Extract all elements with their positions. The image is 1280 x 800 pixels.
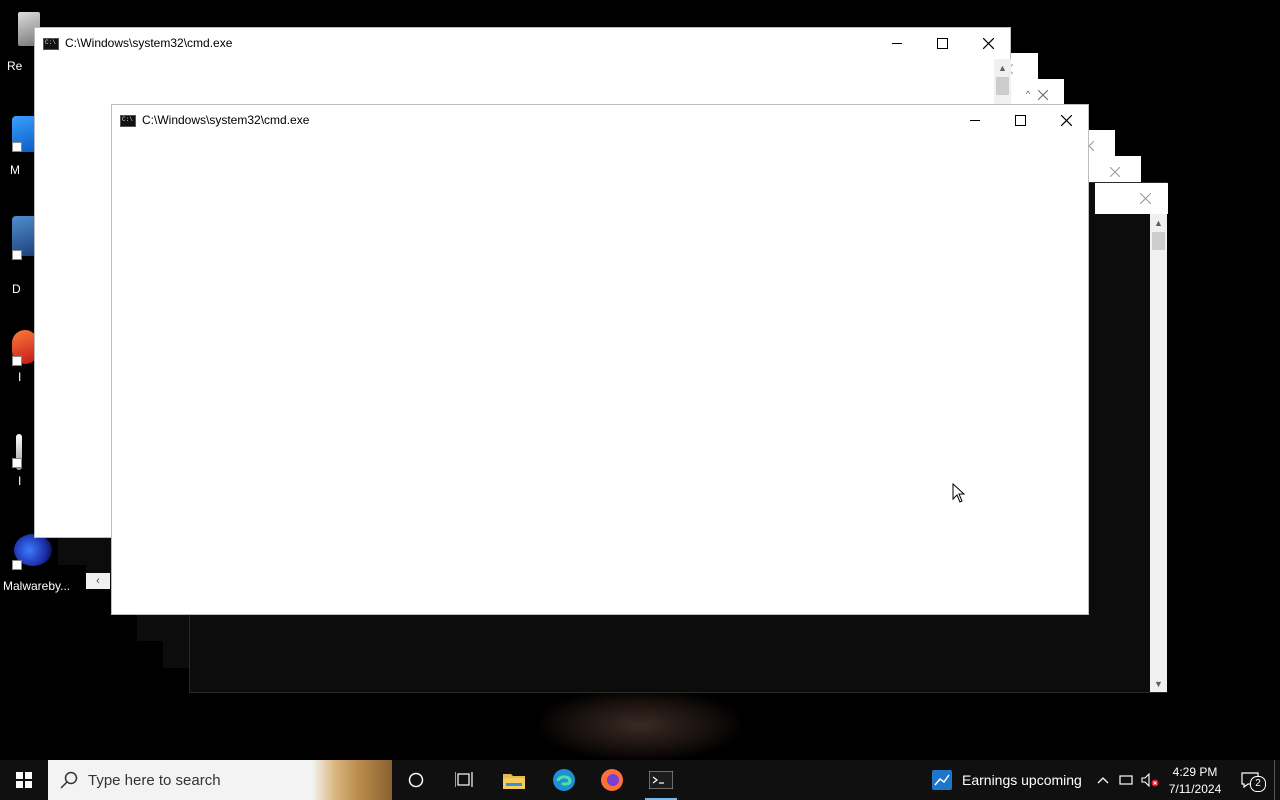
close-button[interactable] xyxy=(1130,183,1160,214)
cmd-icon xyxy=(43,38,59,50)
file-explorer-icon xyxy=(503,774,525,789)
show-hidden-icons-button[interactable] xyxy=(1092,760,1114,800)
scroll-up-arrow-icon[interactable]: ▲ xyxy=(1150,214,1167,231)
desktop-icon-label: I xyxy=(18,370,22,384)
news-text: Earnings upcoming xyxy=(962,772,1082,788)
camera-icon xyxy=(1119,775,1133,785)
scroll-thumb[interactable] xyxy=(1152,232,1165,250)
edge-icon xyxy=(553,769,575,791)
clock[interactable]: 4:29 PM 7/11/2024 xyxy=(1164,760,1226,800)
volume-button[interactable] xyxy=(1138,760,1162,800)
desktop-icon-label: M xyxy=(10,163,20,177)
vertical-scrollbar[interactable]: ▲ ▼ xyxy=(1150,214,1167,692)
shortcut-arrow-icon xyxy=(12,560,22,570)
taskbar: Type here to search Earnings upcoming 4:… xyxy=(0,760,1280,800)
cmd-icon xyxy=(120,115,136,127)
close-button[interactable] xyxy=(1043,105,1089,136)
task-view-button[interactable] xyxy=(440,760,488,800)
window-title: C:\Windows\system32\cmd.exe xyxy=(142,113,310,127)
horizontal-scroll-left[interactable]: ‹ xyxy=(86,573,110,589)
mouse-cursor-icon xyxy=(952,483,966,503)
desktop-icon-label: Malwareby... xyxy=(3,579,71,593)
file-explorer-button[interactable] xyxy=(490,760,538,800)
cortana-button[interactable] xyxy=(392,760,440,800)
clock-date: 7/11/2024 xyxy=(1168,781,1222,796)
shortcut-arrow-icon xyxy=(12,250,22,260)
shortcut-arrow-icon xyxy=(12,458,22,468)
search-placeholder: Type here to search xyxy=(88,772,221,789)
edge-button[interactable] xyxy=(540,760,588,800)
scroll-up-arrow-icon[interactable]: ▲ xyxy=(994,59,1011,76)
volume-muted-icon xyxy=(1141,773,1159,787)
shortcut-arrow-icon xyxy=(12,356,22,366)
window-titlebar[interactable]: C:\Windows\system32\cmd.exe xyxy=(35,28,1010,59)
close-button[interactable] xyxy=(965,28,1011,59)
maximize-button[interactable] xyxy=(919,28,965,59)
desktop-icon-label: Re xyxy=(7,59,23,73)
minimize-button[interactable] xyxy=(952,105,998,136)
notification-badge: 2 xyxy=(1250,776,1266,792)
search-icon xyxy=(60,771,78,789)
clock-time: 4:29 PM xyxy=(1172,764,1218,779)
terminal-button[interactable] xyxy=(637,760,685,800)
desktop-icon-label: D xyxy=(12,282,21,296)
chevron-up-icon xyxy=(1097,777,1109,784)
minimize-button[interactable] xyxy=(874,28,920,59)
stocks-news-icon xyxy=(932,770,952,790)
search-highlight-image[interactable] xyxy=(312,760,392,800)
scroll-thumb[interactable] xyxy=(996,77,1009,95)
desktop-icon-label: I xyxy=(18,474,22,488)
cmd-window-front[interactable]: C:\Windows\system32\cmd.exe xyxy=(111,104,1089,615)
start-button[interactable] xyxy=(0,760,48,800)
desktop: Re M D I I Malwareby... ^ ‹ ▲ ▼ C:\ C:\W… xyxy=(0,0,1280,760)
show-desktop-button[interactable] xyxy=(1274,760,1280,800)
action-center-button[interactable]: 2 xyxy=(1230,760,1270,800)
meet-now-button[interactable] xyxy=(1116,760,1136,800)
terminal-icon xyxy=(649,771,673,789)
console-area[interactable] xyxy=(112,136,1088,614)
firefox-button[interactable] xyxy=(588,760,636,800)
shortcut-arrow-icon xyxy=(12,142,22,152)
scroll-down-arrow-icon[interactable]: ▼ xyxy=(1150,675,1167,692)
window-title: C:\Windows\system32\cmd.exe xyxy=(65,36,233,50)
news-widget[interactable]: Earnings upcoming xyxy=(925,760,1090,800)
firefox-icon xyxy=(601,769,623,791)
windows-logo-icon xyxy=(16,772,32,788)
search-box[interactable]: Type here to search xyxy=(48,760,392,800)
wallpaper-glow xyxy=(540,690,740,760)
cortana-icon xyxy=(408,772,424,788)
task-view-icon xyxy=(455,772,473,787)
maximize-button[interactable] xyxy=(997,105,1043,136)
window-titlebar[interactable]: C:\Windows\system32\cmd.exe xyxy=(112,105,1088,136)
